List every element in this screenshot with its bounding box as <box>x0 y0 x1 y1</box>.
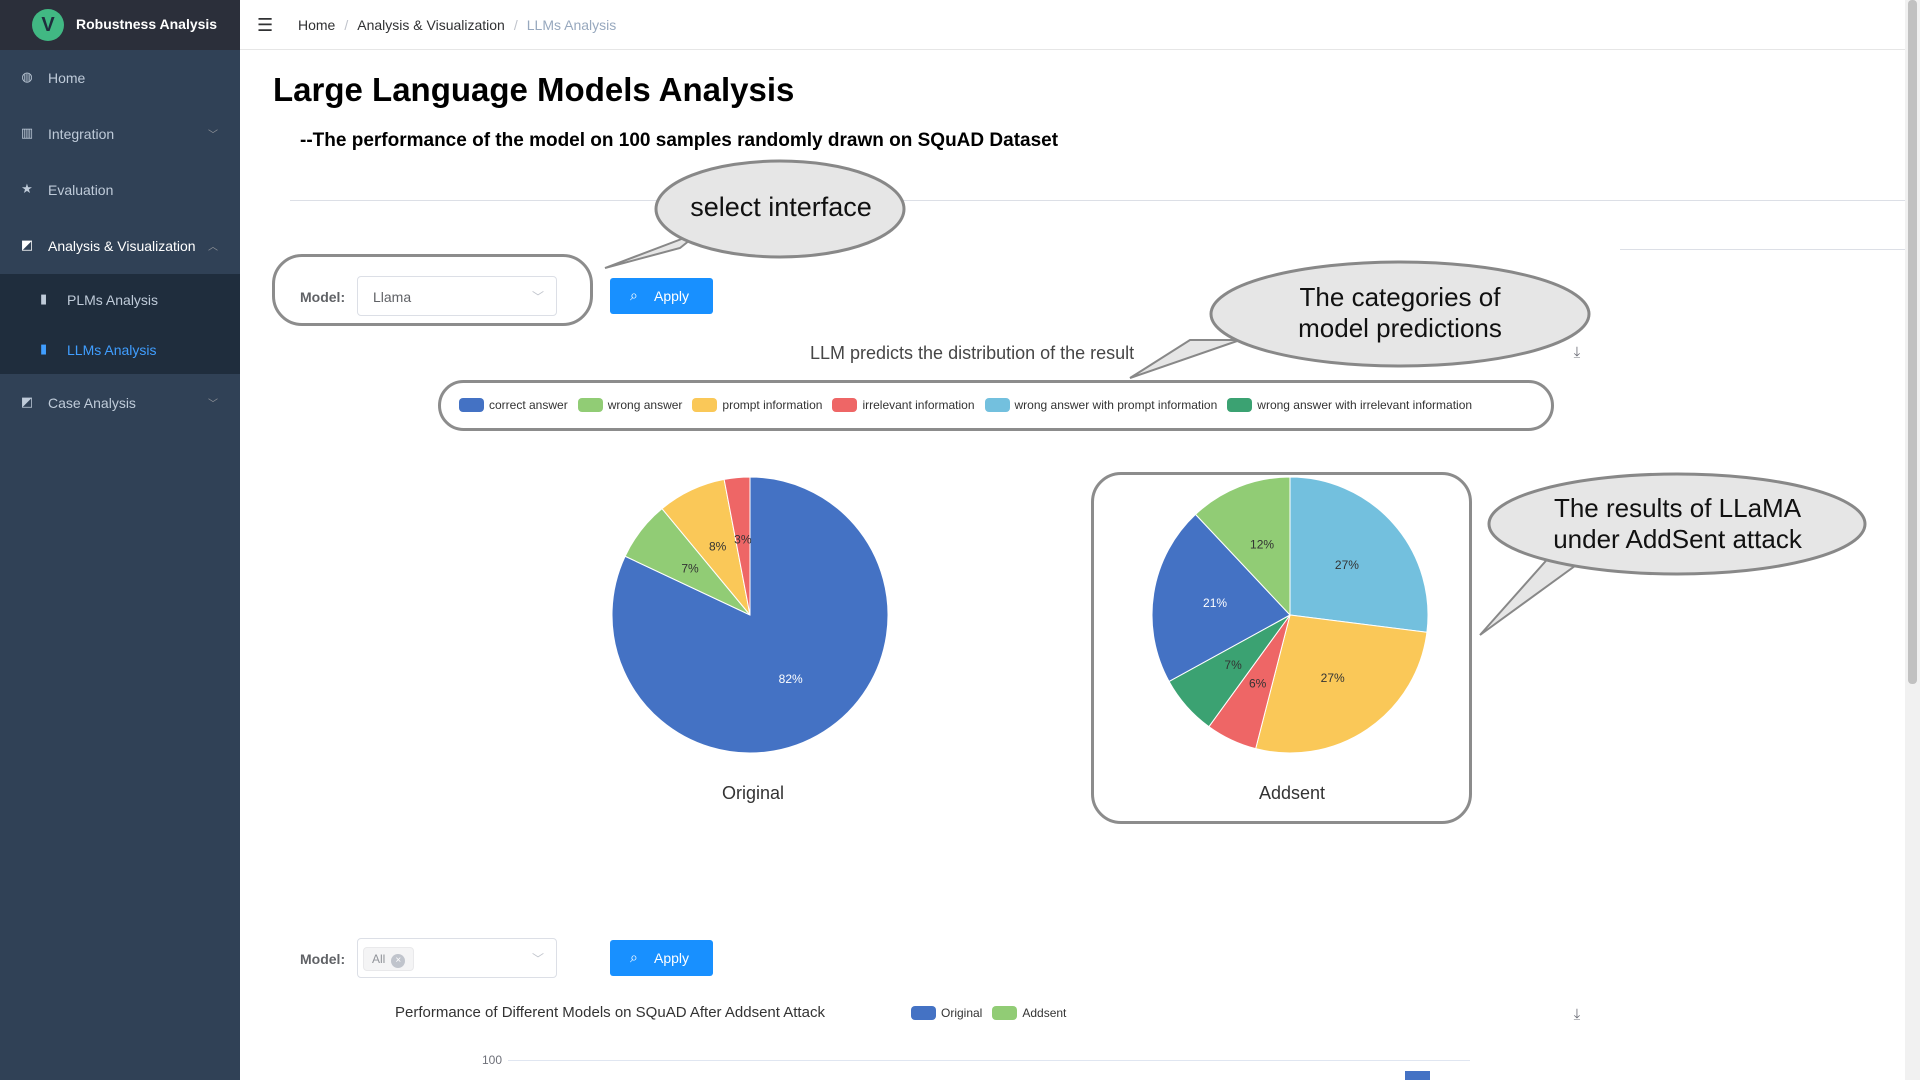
legend-item-irrelevant-information[interactable]: irrelevant information <box>832 398 975 412</box>
legend-label: correct answer <box>489 398 568 412</box>
callout-categories-line2: model predictions <box>1298 313 1502 343</box>
legend-item-correct-answer[interactable]: correct answer <box>459 398 568 412</box>
legend-item-original[interactable]: Original <box>911 1006 982 1020</box>
legend-swatch <box>992 1006 1018 1020</box>
legend-item-prompt-information[interactable]: prompt information <box>692 398 822 412</box>
callout-categories-tail <box>1129 339 1241 379</box>
callout-results-text: The results of LLaMA under AddSent attac… <box>1500 493 1855 555</box>
y-tick-label: 100 <box>482 1053 503 1067</box>
pie-slice-label: 27% <box>1321 671 1345 685</box>
bar-chart-title: Performance of Different Models on SQuAD… <box>395 1004 825 1021</box>
legend-label: wrong answer <box>607 398 683 412</box>
pie-chart-original: 82% 7% 8% 3% <box>611 476 889 754</box>
download-icon[interactable]: ⤓ <box>1568 344 1586 362</box>
legend-label: prompt information <box>722 398 823 412</box>
apply-button-label: Apply <box>654 950 690 966</box>
download-icon[interactable]: ⤓ <box>1568 1006 1586 1024</box>
model-multiselect[interactable]: All × ﹀ <box>357 938 557 978</box>
gridline <box>508 1060 1470 1061</box>
legend-item-addsent[interactable]: Addsent <box>992 1006 1066 1020</box>
pie-slice-label: 7% <box>1224 658 1242 672</box>
pie-slice-label: 3% <box>734 532 752 546</box>
legend-swatch <box>1227 398 1253 412</box>
legend-item-wrong-answer-with-irrelevant-information[interactable]: wrong answer with irrelevant information <box>1227 398 1472 412</box>
pie-slice-label: 8% <box>709 539 727 553</box>
pie-slice-label: 7% <box>681 561 699 575</box>
pie-slice-label: 6% <box>1249 677 1267 691</box>
pie-slice-label: 82% <box>779 672 803 686</box>
legend-item-wrong-answer[interactable]: wrong answer <box>577 398 683 412</box>
bar-chart-legend: Original Addsent <box>911 1006 1076 1020</box>
pie-slice-wrong-answer-with-prompt-information[interactable] <box>1289 476 1429 633</box>
legend-label: wrong answer with prompt information <box>1014 398 1218 412</box>
model-label: Model: <box>300 951 346 967</box>
legend-label: wrong answer with irrelevant information <box>1257 398 1473 412</box>
selected-tag-label: All <box>372 952 386 966</box>
legend-swatch <box>577 398 603 412</box>
pie-chart-addsent: 27% 27% 6% 7% 21% 12% <box>1151 476 1429 754</box>
search-icon: ⌕ <box>630 949 638 965</box>
legend-swatch <box>459 398 484 412</box>
pie-slice-label: 27% <box>1335 558 1359 572</box>
close-icon[interactable]: × <box>391 954 406 968</box>
pie-caption-addsent: Addsent <box>1259 783 1326 803</box>
legend-swatch <box>692 398 718 412</box>
chevron-down-icon: ﹀ <box>531 952 544 966</box>
pie-slice-label: 21% <box>1203 596 1227 610</box>
chart-title: LLM predicts the distribution of the res… <box>810 343 1135 363</box>
callout-categories-line1: The categories of <box>1299 282 1501 312</box>
legend-label: Addsent <box>1022 1006 1067 1020</box>
legend-label: irrelevant information <box>862 398 975 412</box>
legend-swatch <box>832 398 858 412</box>
legend-item-wrong-answer-with-prompt-information[interactable]: wrong answer with prompt information <box>984 398 1218 412</box>
pie-caption-original: Original <box>722 783 785 803</box>
chart-legend: correct answer wrong answer prompt infor… <box>459 398 1482 412</box>
apply-button-2[interactable]: ⌕ Apply <box>610 940 713 976</box>
callout-results-line1: The results of LLaMA <box>1553 493 1802 523</box>
bar-original <box>1405 1071 1430 1080</box>
selected-tag: All × <box>363 947 415 971</box>
legend-label: Original <box>941 1006 983 1020</box>
callout-categories-text: The categories of model predictions <box>1230 282 1570 344</box>
legend-swatch <box>911 1006 936 1020</box>
pie-slice-label: 12% <box>1250 537 1274 551</box>
legend-swatch <box>984 398 1010 412</box>
callout-select-text: select interface <box>690 192 872 222</box>
callout-results-line2: under AddSent attack <box>1553 524 1802 554</box>
